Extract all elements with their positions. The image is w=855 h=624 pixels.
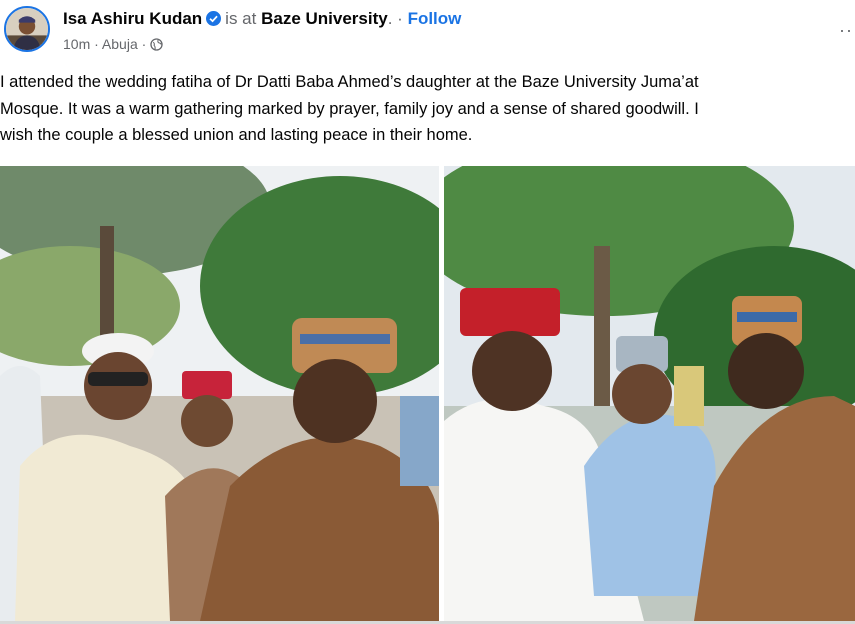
meta-separator-1: · xyxy=(94,36,99,52)
follow-separator: . · xyxy=(387,9,403,28)
post-header: Isa Ashiru Kudan is at Baze University. ·… xyxy=(0,0,855,64)
globe-icon xyxy=(150,37,163,51)
post-text: I attended the wedding fatiha of Dr Datt… xyxy=(0,73,699,144)
is-at-text: is at xyxy=(225,9,257,28)
author-avatar[interactable] xyxy=(4,6,50,52)
post-meta: 10m · Abuja · xyxy=(63,35,163,53)
author-name[interactable]: Isa Ashiru Kudan xyxy=(63,9,202,28)
follow-button[interactable]: Follow xyxy=(408,9,462,28)
place-link[interactable]: Baze University xyxy=(261,9,388,28)
photo-right[interactable] xyxy=(444,166,855,621)
more-options-icon[interactable]: ·· xyxy=(839,20,853,41)
photo-left[interactable] xyxy=(0,166,439,621)
meta-separator-2: · xyxy=(141,36,147,52)
photo-grid xyxy=(0,166,855,621)
post-location: Abuja xyxy=(101,36,138,52)
verified-badge-icon xyxy=(206,10,222,26)
post-time[interactable]: 10m xyxy=(63,36,90,52)
author-line: Isa Ashiru Kudan is at Baze University. ·… xyxy=(63,8,461,30)
